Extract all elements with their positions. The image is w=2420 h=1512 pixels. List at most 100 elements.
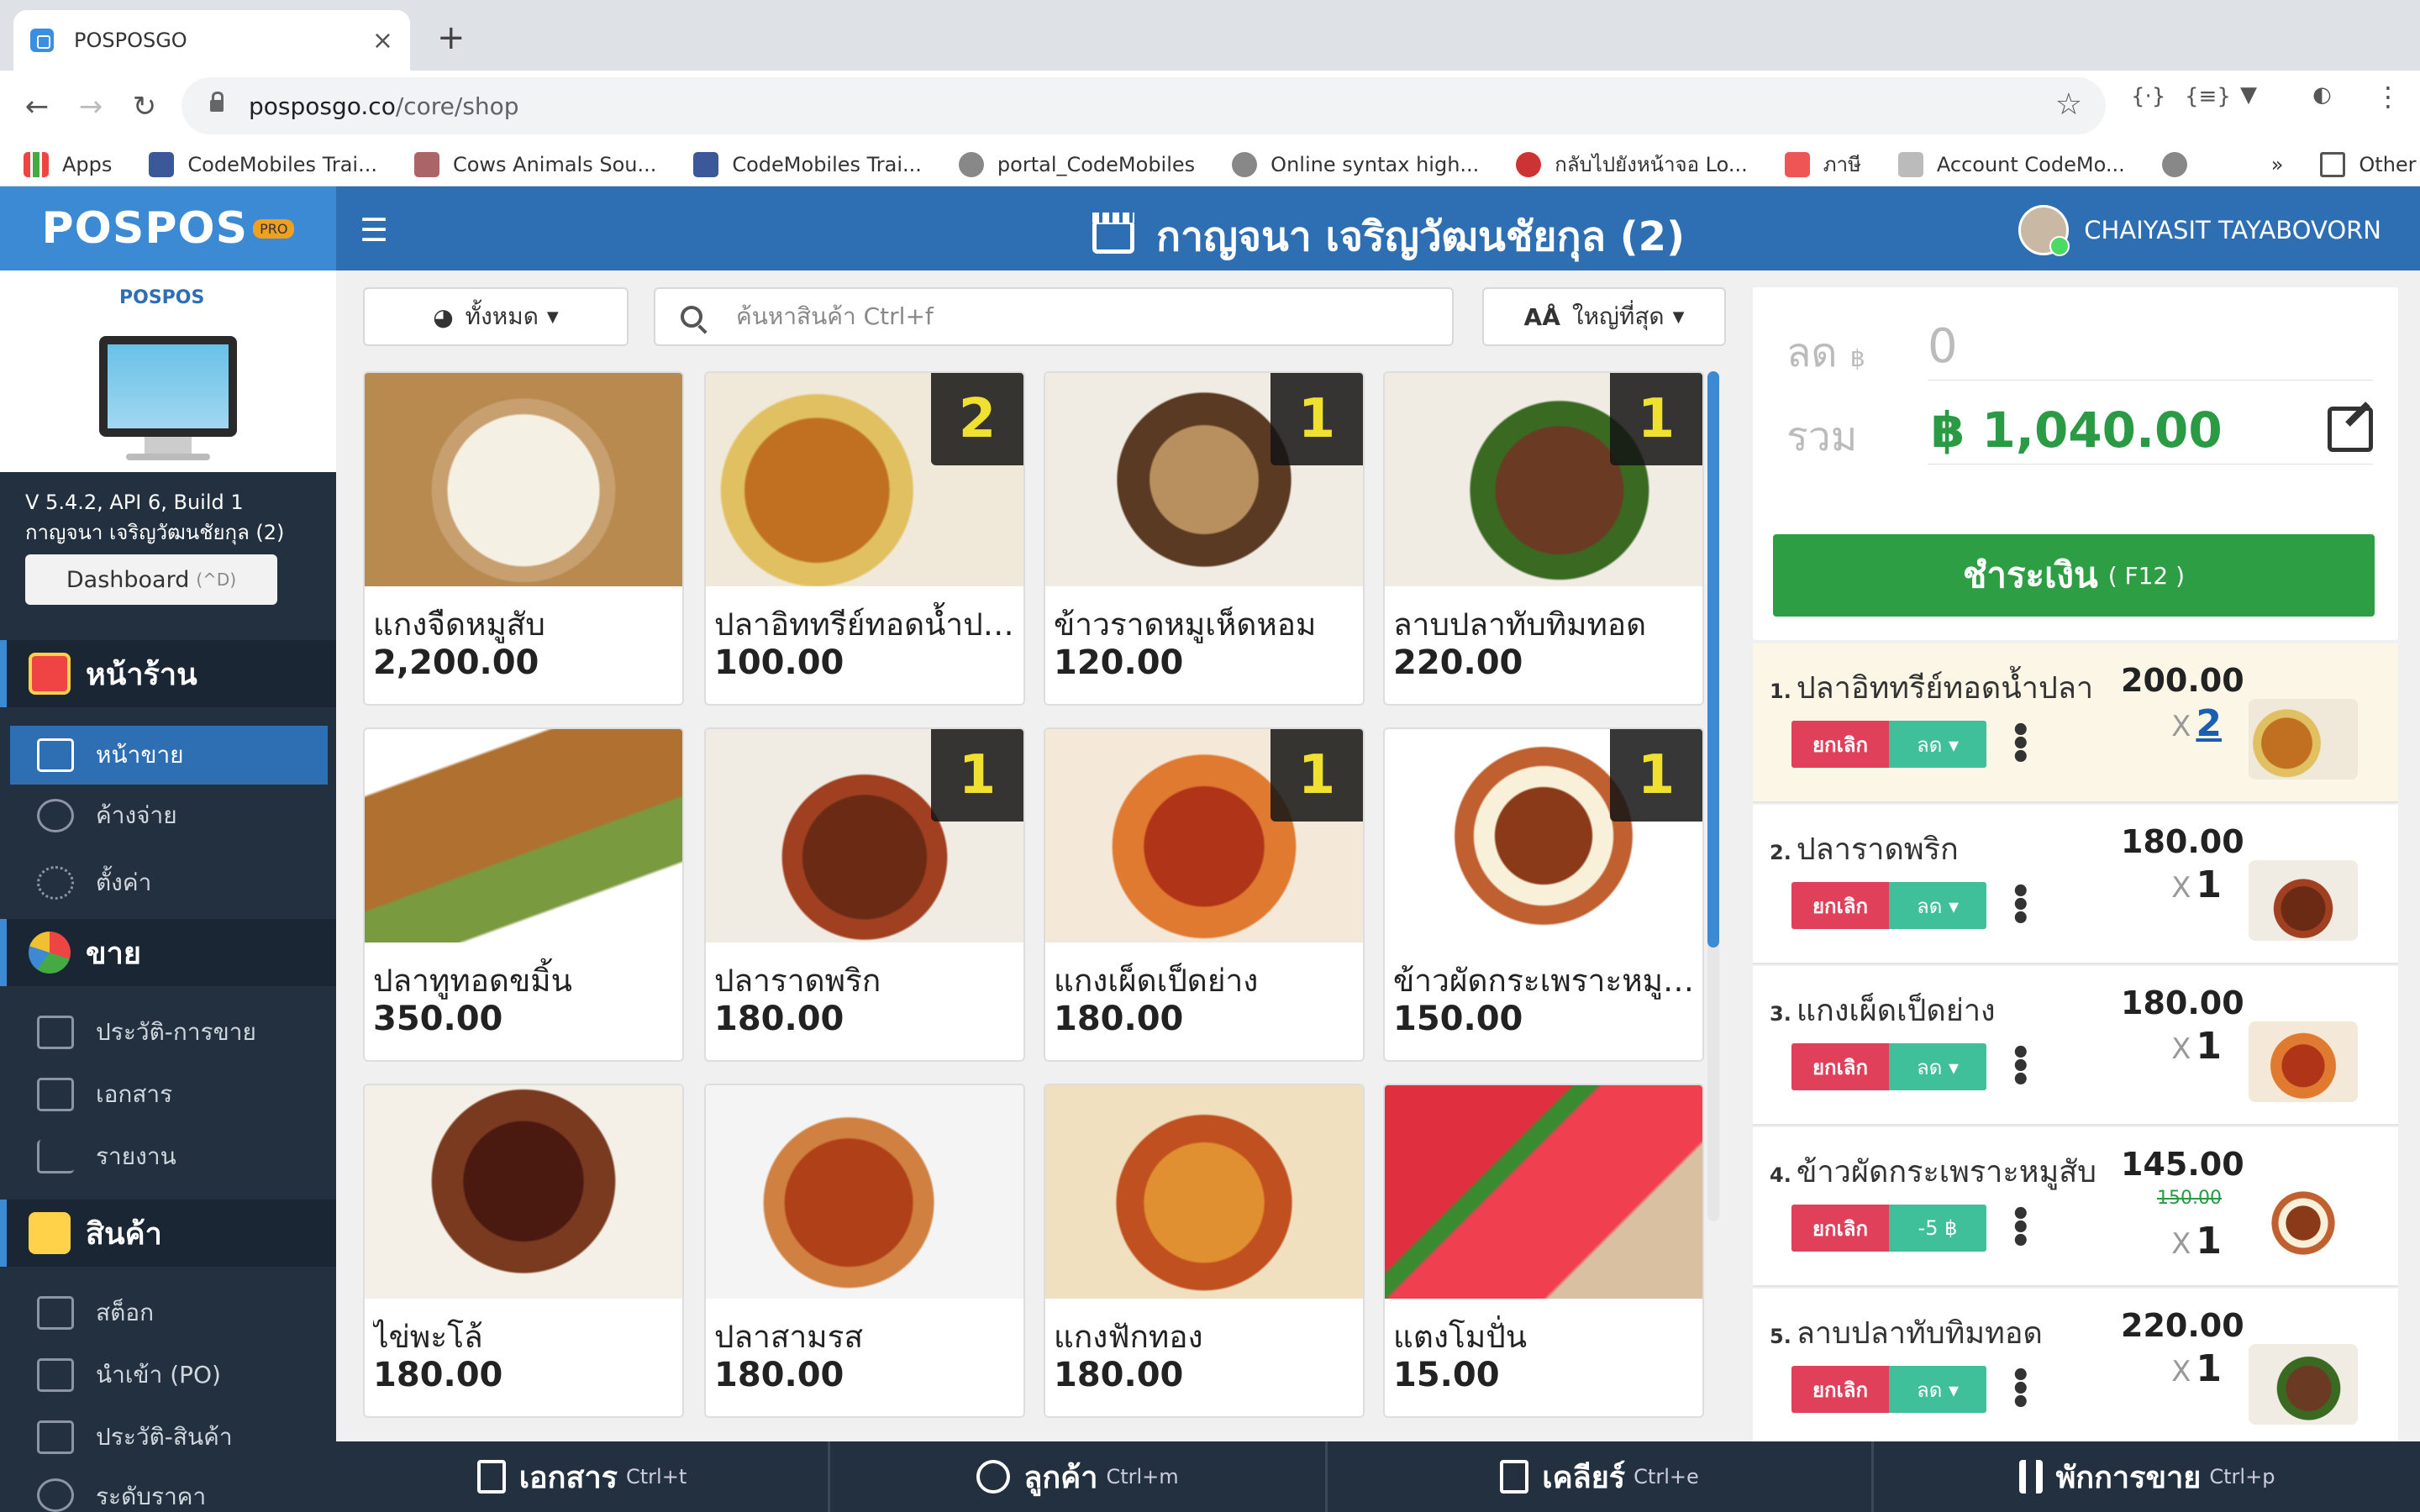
cart-item-qty[interactable]: X2 xyxy=(2129,702,2222,745)
back-icon[interactable]: ← xyxy=(10,90,64,123)
new-tab-button[interactable]: + xyxy=(437,18,466,57)
address-bar: ← → ↻ posposgo.co/core/shop ☆ {·} {≡} ▼ … xyxy=(0,71,2420,143)
bookmark-syntax[interactable]: Online syntax high... xyxy=(1232,151,1479,177)
sidebar-item-po[interactable]: นำเข้า (PO) xyxy=(0,1346,336,1404)
cart-item[interactable]: 4. ข้าวผัดกระเพราะหมูสับ 145.00 150.00 X 1 ยกเ… xyxy=(1753,1127,2398,1287)
cart-item-number: 1. xyxy=(1770,680,1791,703)
more-options-icon[interactable]: • • • xyxy=(2010,1037,2032,1097)
bookmark-account[interactable]: Account CodeMo... xyxy=(1897,151,2125,177)
sidebar-item-stock[interactable]: สต็อก xyxy=(0,1284,336,1342)
product-card[interactable]: แกงเผ็ดเป็ดย่าง 180.00 1 xyxy=(1044,727,1365,1062)
product-card[interactable]: ไข่พะโล้ 180.00 xyxy=(363,1084,684,1418)
product-card[interactable]: ข้าวราดหมูเห็ดหอม 120.00 1 xyxy=(1044,371,1365,706)
more-options-icon[interactable]: • • • xyxy=(2010,875,2032,936)
bank-logo-icon xyxy=(1516,151,1542,177)
cart-item-qty[interactable]: X1 xyxy=(2129,1220,2222,1263)
profile-avatar-icon[interactable]: ◐ xyxy=(2312,82,2332,108)
product-price: 180.00 xyxy=(1054,1000,1184,1038)
more-options-icon[interactable]: • • • xyxy=(2010,1198,2032,1258)
pay-button[interactable]: ชำระเงิน ( F12 ) xyxy=(1773,534,2375,617)
vpn-extension-icon[interactable]: ▼ xyxy=(2240,82,2257,108)
cancel-item-button[interactable]: ยกเลิก xyxy=(1791,882,1889,929)
clear-button[interactable]: เคลียร์ Ctrl+e xyxy=(1328,1441,1874,1512)
sidebar-item-documents[interactable]: เอกสาร xyxy=(0,1065,336,1124)
discount-item-button[interactable]: ลด ▾ xyxy=(1889,1366,1986,1413)
bookmark-portal[interactable]: portal_CodeMobiles xyxy=(958,151,1195,177)
edit-icon[interactable] xyxy=(2328,407,2373,452)
sidebar-item-sell[interactable]: หน้าขาย xyxy=(10,726,328,785)
cancel-item-button[interactable]: ยกเลิก xyxy=(1791,721,1889,768)
product-card[interactable]: แกงฟักทอง 180.00 xyxy=(1044,1084,1365,1418)
cart-item-qty[interactable]: X1 xyxy=(2129,1347,2222,1390)
customer-button[interactable]: ลูกค้า Ctrl+m xyxy=(830,1441,1328,1512)
sidebar-item-reports[interactable]: รายงาน xyxy=(0,1127,336,1186)
reload-icon[interactable]: ↻ xyxy=(118,90,171,123)
search-input[interactable]: ค้นหาสินค้า Ctrl+f xyxy=(654,287,1454,346)
cart-item[interactable]: 3. แกงเผ็ดเป็ดย่าง 180.00 X 1 ยกเลิก ลด ▾ • • • xyxy=(1753,966,2398,1126)
dashboard-button[interactable]: Dashboard (^D) xyxy=(25,554,277,605)
section-storefront[interactable]: หน้าร้าน xyxy=(0,640,336,707)
product-card[interactable]: ลาบปลาทับทิมทอด 220.00 1 xyxy=(1383,371,1704,706)
section-products[interactable]: สินค้า xyxy=(0,1200,336,1267)
close-tab-icon[interactable]: × xyxy=(372,26,393,55)
discount-item-button[interactable]: ลด ▾ xyxy=(1889,721,1986,768)
product-card[interactable]: ปลาราดพริก 180.00 1 xyxy=(704,727,1025,1062)
sidebar-item-settings[interactable]: ตั้งค่า xyxy=(0,853,336,912)
product-card[interactable]: ปลาอิททรีย์ทอดน้ำปลา 100.00 2 xyxy=(704,371,1025,706)
menu-hamburger-icon[interactable]: ☰ xyxy=(360,212,388,249)
hold-sale-button[interactable]: พักการขาย Ctrl+p xyxy=(1874,1441,2420,1512)
sidebar-item-label: หน้าขาย xyxy=(96,741,184,769)
cart-item[interactable]: 2. ปลาราดพริก 180.00 X 1 ยกเลิก ลด ▾ • • • xyxy=(1753,805,2398,964)
bookmark-apps[interactable]: Apps xyxy=(24,151,112,177)
sidebar-item-pending[interactable]: ค้างจ่าย xyxy=(0,786,336,845)
sidebar-item-sales-history[interactable]: ประวัติ-การขาย xyxy=(0,1003,336,1062)
cart-item[interactable]: 5. ลาบปลาทับทิมทอด 220.00 X 1 ยกเลิก ลด ▾ • • • xyxy=(1753,1289,2398,1448)
category-filter-dropdown[interactable]: ◕ ทั้งหมด ▼ xyxy=(363,287,629,346)
documents-button[interactable]: เอกสาร Ctrl+t xyxy=(336,1441,830,1512)
product-card[interactable]: แกงจืดหมูสับ 2,200.00 xyxy=(363,371,684,706)
more-options-icon[interactable]: • • • xyxy=(2010,714,2032,774)
other-bookmarks[interactable]: Other Bookmarks xyxy=(2320,151,2420,177)
discount-item-button[interactable]: -5 ฿ xyxy=(1889,1205,1986,1252)
bookmarks-overflow[interactable]: » xyxy=(2271,153,2284,176)
code-extension-icon[interactable]: {≡} xyxy=(2185,84,2231,109)
more-options-icon[interactable]: • • • xyxy=(2010,1359,2032,1420)
product-card[interactable]: ปลาทูทอดขมิ้น 350.00 xyxy=(363,727,684,1062)
bookmark-unnamed[interactable] xyxy=(2161,151,2201,177)
product-card[interactable]: ข้าวผัดกระเพราะหมูสับ 150.00 1 xyxy=(1383,727,1704,1062)
avatar xyxy=(2018,205,2070,256)
browser-menu-icon[interactable]: ⋮ xyxy=(2375,81,2402,113)
display-size-dropdown[interactable]: AÅ ใหญ่ที่สุด ▼ xyxy=(1482,287,1726,346)
discount-item-button[interactable]: ลด ▾ xyxy=(1889,882,1986,929)
scrollbar-thumb[interactable] xyxy=(1707,371,1719,948)
cart-item[interactable]: 1. ปลาอิททรีย์ทอดน้ำปลา 200.00 X 2 ยกเลิก ลด ▾… xyxy=(1753,643,2398,803)
json-extension-icon[interactable]: {·} xyxy=(2131,84,2165,109)
product-card[interactable]: ปลาสามรส 180.00 xyxy=(704,1084,1025,1418)
bookmark-tax[interactable]: ภาษี xyxy=(1784,148,1861,181)
cancel-item-button[interactable]: ยกเลิก xyxy=(1791,1205,1889,1252)
url-field[interactable]: posposgo.co/core/shop ☆ xyxy=(182,77,2106,134)
cancel-item-button[interactable]: ยกเลิก xyxy=(1791,1043,1889,1090)
browser-tab[interactable]: POSPOSGO × xyxy=(13,10,410,71)
bookmark-codemobiles-2[interactable]: CodeMobiles Trai... xyxy=(693,151,922,177)
bookmark-login[interactable]: กลับไปยังหน้าจอ Lo... xyxy=(1516,148,1748,181)
cart-item-name: 1. ปลาอิททรีย์ทอดน้ำปลา xyxy=(1770,671,2094,706)
cart-item-qty[interactable]: X1 xyxy=(2129,1025,2222,1068)
discount-value[interactable]: 0 xyxy=(1928,319,1958,374)
sidebar-item-product-history[interactable]: ประวัติ-สินค้า xyxy=(0,1408,336,1467)
bookmark-star-icon[interactable]: ☆ xyxy=(2055,87,2082,122)
sidebar-item-price-level[interactable]: ระดับราคา xyxy=(0,1470,336,1512)
cart-item-qty[interactable]: X1 xyxy=(2129,864,2222,906)
product-scrollbar[interactable] xyxy=(1707,371,1719,1221)
cancel-item-button[interactable]: ยกเลิก xyxy=(1791,1366,1889,1413)
product-qty-badge: 1 xyxy=(1610,729,1702,822)
user-menu[interactable]: CHAIYASIT TAYABOVORN xyxy=(2018,205,2381,256)
bookmark-codemobiles-1[interactable]: CodeMobiles Trai... xyxy=(149,151,377,177)
pospos-logo[interactable]: POSPOS PRO xyxy=(0,186,336,270)
discount-item-button[interactable]: ลด ▾ xyxy=(1889,1043,1986,1090)
user-name: CHAIYASIT TAYABOVORN xyxy=(2084,216,2381,244)
product-card[interactable]: แตงโมปั่น 15.00 xyxy=(1383,1084,1704,1418)
section-sales[interactable]: ขาย xyxy=(0,919,336,986)
forward-icon[interactable]: → xyxy=(64,90,118,123)
bookmark-cows[interactable]: Cows Animals Sou... xyxy=(413,151,656,177)
